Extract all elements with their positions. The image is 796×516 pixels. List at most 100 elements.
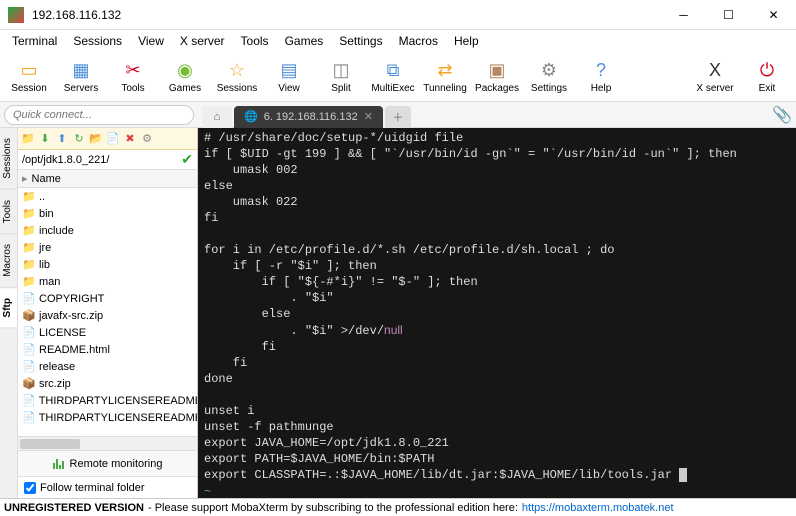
file-row[interactable]: 📄THIRDPARTYLICENSEREADME- [18,392,197,409]
remote-monitoring-button[interactable]: Remote monitoring [18,450,197,476]
status-message: - Please support MobaXterm by subscribin… [148,502,518,514]
close-button[interactable]: ✕ [751,0,796,30]
unregistered-label: UNREGISTERED VERSION [4,502,144,514]
file-row[interactable]: 📄README.html [18,341,197,358]
terminal[interactable]: # /usr/share/doc/setup-*/uidgid file if … [198,128,796,498]
file-row[interactable]: 📁.. [18,188,197,205]
zip-icon: 📦 [22,309,36,323]
tab-label: 6. 192.168.116.132 [264,111,358,123]
help-icon: ? [590,59,612,81]
xserver-icon: X [704,59,726,81]
file-row[interactable]: 📁man [18,273,197,290]
file-row[interactable]: 📁jre [18,239,197,256]
exit-button[interactable]: ⏻Exit [742,54,792,100]
minimize-button[interactable]: ─ [661,0,706,30]
sftp-settings-icon[interactable]: ⚙ [140,132,154,146]
sidetab-sftp[interactable]: Sftp [0,288,17,328]
tools-icon: ✂ [122,59,144,81]
file-row[interactable]: 📁include [18,222,197,239]
menubar: TerminalSessionsViewX serverToolsGamesSe… [0,30,796,52]
app-icon [8,7,24,23]
sidetab-macros[interactable]: Macros [0,234,17,288]
menu-x-server[interactable]: X server [172,32,233,50]
session-button[interactable]: ▭Session [4,54,54,100]
sessions-icon: ☆ [226,59,248,81]
quickbar: ⌂ 🌐 6. 192.168.116.132 ✕ ＋ 📎 [0,102,796,128]
maximize-button[interactable]: ☐ [706,0,751,30]
statusbar: UNREGISTERED VERSION - Please support Mo… [0,498,796,516]
exit-icon: ⏻ [756,59,778,81]
menu-tools[interactable]: Tools [233,32,277,50]
globe-icon: 🌐 [244,110,258,123]
sftp-newfolder-icon[interactable]: 📂 [89,132,103,146]
titlebar: 192.168.116.132 ─ ☐ ✕ [0,0,796,30]
folder-icon: 📁 [22,207,36,221]
games-button[interactable]: ◉Games [160,54,210,100]
menu-sessions[interactable]: Sessions [65,32,130,50]
paperclip-icon[interactable]: 📎 [772,105,792,125]
follow-checkbox[interactable] [24,482,36,494]
packages-button[interactable]: ▣Packages [472,54,522,100]
menu-macros[interactable]: Macros [391,32,446,50]
file-row[interactable]: 📄COPYRIGHT [18,290,197,307]
split-icon: ◫ [330,59,352,81]
status-link[interactable]: https://mobaxterm.mobatek.net [522,502,674,514]
folder-icon: 📁 [22,258,36,272]
file-icon: 📄 [22,360,36,374]
tunneling-button[interactable]: ⇄Tunneling [420,54,470,100]
split-button[interactable]: ◫Split [316,54,366,100]
tabbar: ⌂ 🌐 6. 192.168.116.132 ✕ ＋ [198,102,768,128]
toolbar: ▭Session▦Servers✂Tools◉Games☆Sessions▤Vi… [0,52,796,102]
settings-button[interactable]: ⚙Settings [524,54,574,100]
games-icon: ◉ [174,59,196,81]
sftp-up-icon[interactable]: 📁 [21,132,35,146]
terminal-tab[interactable]: 🌐 6. 192.168.116.132 ✕ [234,106,383,128]
menu-settings[interactable]: Settings [331,32,390,50]
sftp-delete-icon[interactable]: ✖ [123,132,137,146]
menu-help[interactable]: Help [446,32,487,50]
check-icon: ✔ [177,151,197,168]
file-icon: 📄 [22,394,36,408]
menu-games[interactable]: Games [277,32,332,50]
menu-view[interactable]: View [130,32,172,50]
quick-connect-input[interactable] [4,105,194,125]
sessions-button[interactable]: ☆Sessions [212,54,262,100]
file-header[interactable]: ▸ Name [18,170,197,188]
file-row[interactable]: 📦javafx-src.zip [18,307,197,324]
tools-button[interactable]: ✂Tools [108,54,158,100]
folder-icon: 📁 [22,275,36,289]
sftp-pathbar: ✔ [18,150,197,170]
zip-icon: 📦 [22,377,36,391]
settings-icon: ⚙ [538,59,560,81]
expand-icon: ▸ [22,172,28,185]
sftp-newfile-icon[interactable]: 📄 [106,132,120,146]
sftp-path-input[interactable] [18,151,177,169]
file-row[interactable]: 📄THIRDPARTYLICENSEREADME. [18,409,197,426]
h-scrollbar[interactable] [18,436,197,450]
help-button[interactable]: ?Help [576,54,626,100]
file-row[interactable]: 📦src.zip [18,375,197,392]
servers-button[interactable]: ▦Servers [56,54,106,100]
file-row[interactable]: 📄release [18,358,197,375]
file-row[interactable]: 📁bin [18,205,197,222]
sidetab-tools[interactable]: Tools [0,190,17,234]
file-row[interactable]: 📄LICENSE [18,324,197,341]
servers-icon: ▦ [70,59,92,81]
main-area: SessionsToolsMacrosSftp 📁 ⬇ ⬆ ↻ 📂 📄 ✖ ⚙ … [0,128,796,498]
menu-terminal[interactable]: Terminal [4,32,65,50]
sftp-panel: 📁 ⬇ ⬆ ↻ 📂 📄 ✖ ⚙ ✔ ▸ Name 📁..📁bin📁include… [18,128,198,498]
file-row[interactable]: 📁lib [18,256,197,273]
sftp-upload-icon[interactable]: ⬆ [55,132,69,146]
sidetab-sessions[interactable]: Sessions [0,128,17,190]
new-tab-button[interactable]: ＋ [385,106,411,128]
sftp-refresh-icon[interactable]: ↻ [72,132,86,146]
folder-green-icon: 📁 [22,190,36,204]
sftp-download-icon[interactable]: ⬇ [38,132,52,146]
xserver-button[interactable]: XX server [690,54,740,100]
home-tab[interactable]: ⌂ [202,106,232,128]
file-icon: 📄 [22,326,36,340]
multiexec-button[interactable]: ⧉MultiExec [368,54,418,100]
tab-close-icon[interactable]: ✕ [364,110,373,123]
file-list[interactable]: 📁..📁bin📁include📁jre📁lib📁man📄COPYRIGHT📦ja… [18,188,197,436]
view-button[interactable]: ▤View [264,54,314,100]
